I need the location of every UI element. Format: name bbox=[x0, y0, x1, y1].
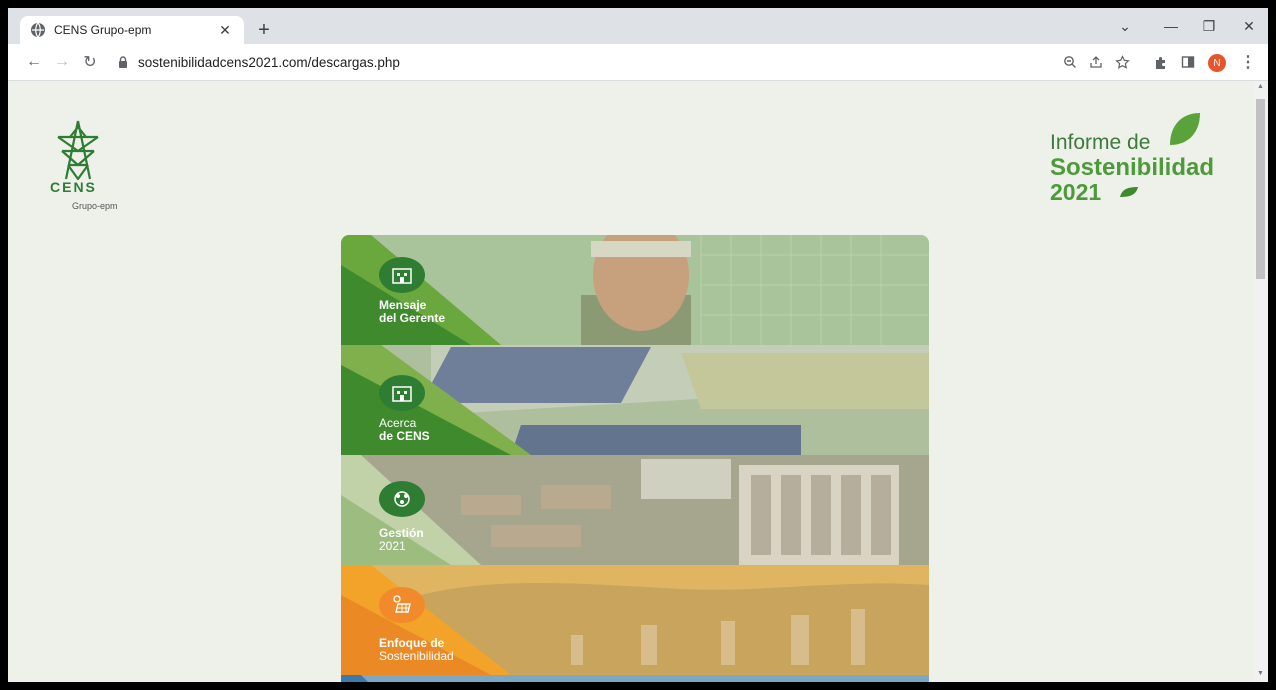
back-button[interactable]: ← bbox=[22, 50, 46, 74]
more-menu-icon[interactable]: ⋮ bbox=[1238, 50, 1258, 74]
section-cards: Mensaje del Gerente Acerca de CENS Gesti… bbox=[341, 235, 929, 682]
browser-toolbar: ← → ↻ sostenibilidadcens2021.com/descarg… bbox=[8, 44, 1268, 81]
restore-button[interactable]: ❐ bbox=[1194, 14, 1224, 38]
building-badge-icon bbox=[379, 257, 425, 293]
extensions-icon[interactable] bbox=[1148, 50, 1172, 74]
forward-button[interactable]: → bbox=[50, 50, 74, 74]
scroll-up-icon[interactable]: ▲ bbox=[1256, 83, 1265, 93]
browser-window: CENS Grupo-epm ✕ + ⌄ — ❐ ✕ ← → ↻ sosteni… bbox=[8, 8, 1268, 682]
card-title-line1: Acerca bbox=[379, 416, 417, 430]
scroll-down-icon[interactable]: ▼ bbox=[1256, 670, 1265, 680]
card-mensaje-gerente[interactable]: Mensaje del Gerente bbox=[341, 235, 929, 345]
close-window-button[interactable]: ✕ bbox=[1234, 14, 1264, 38]
bookmark-star-icon[interactable] bbox=[1110, 50, 1134, 74]
share-icon[interactable] bbox=[1084, 50, 1108, 74]
card-title-line2: de CENS bbox=[379, 429, 430, 443]
tab-title: CENS Grupo-epm bbox=[54, 23, 152, 37]
card-title-line2: 2021 bbox=[379, 539, 406, 553]
page-scrollbar[interactable]: ▲ ▼ bbox=[1253, 81, 1268, 682]
building-badge-icon bbox=[379, 375, 425, 411]
logo-cens-text: CENS bbox=[50, 179, 97, 195]
minimize-button[interactable]: — bbox=[1156, 14, 1186, 38]
leaf-icon bbox=[1170, 113, 1200, 145]
globe-icon bbox=[31, 22, 45, 38]
card-next-partial[interactable] bbox=[341, 675, 929, 682]
card-title-line1: Enfoque de bbox=[379, 636, 445, 650]
report-title-line3: 2021 bbox=[1050, 179, 1102, 205]
scrollbar-thumb[interactable] bbox=[1256, 99, 1265, 279]
close-tab-icon[interactable]: ✕ bbox=[216, 21, 234, 39]
card-title-line2: del Gerente bbox=[379, 311, 446, 325]
logo-grupo-epm-text: Grupo-epm bbox=[72, 201, 118, 211]
card-background bbox=[341, 675, 929, 682]
new-tab-button[interactable]: + bbox=[252, 18, 276, 42]
card-acerca-cens[interactable]: Acerca de CENS bbox=[341, 345, 929, 455]
informe-logo[interactable]: Informe de Sostenibilidad 2021 bbox=[1048, 109, 1228, 209]
side-panel-icon[interactable] bbox=[1176, 50, 1200, 74]
power-tower-icon bbox=[57, 120, 99, 181]
card-title-line2: Sostenibilidad bbox=[379, 649, 454, 663]
card-gestion-2021[interactable]: Gestión 2021 bbox=[341, 455, 929, 565]
card-background bbox=[341, 455, 929, 565]
report-title-line1: Informe de bbox=[1050, 131, 1151, 154]
card-enfoque-sostenibilidad[interactable]: Enfoque de Sostenibilidad bbox=[341, 565, 929, 675]
tab-strip: CENS Grupo-epm ✕ + ⌄ — ❐ ✕ bbox=[8, 8, 1268, 44]
lock-icon bbox=[119, 56, 127, 68]
tab-search-icon[interactable]: ⌄ bbox=[1110, 14, 1140, 38]
address-bar[interactable]: sostenibilidadcens2021.com/descargas.php bbox=[108, 48, 1128, 76]
report-title-line2: Sostenibilidad bbox=[1050, 154, 1215, 181]
team-gear-badge-icon bbox=[379, 481, 425, 517]
browser-tab[interactable]: CENS Grupo-epm ✕ bbox=[20, 16, 244, 44]
card-background bbox=[341, 235, 929, 345]
cens-logo[interactable]: CENS Grupo-epm bbox=[48, 119, 128, 215]
card-title-line1: Gestión bbox=[379, 526, 424, 540]
zoom-icon[interactable] bbox=[1058, 50, 1082, 74]
reload-button[interactable]: ↻ bbox=[78, 50, 102, 74]
url-text: sostenibilidadcens2021.com/descargas.php bbox=[138, 54, 400, 70]
card-title-line1: Mensaje bbox=[379, 298, 427, 312]
page-viewport: CENS Grupo-epm Informe de Sostenibilidad… bbox=[8, 81, 1268, 682]
small-leaf-icon bbox=[1120, 187, 1138, 197]
solar-panel-badge-icon bbox=[379, 587, 425, 623]
profile-avatar[interactable]: N bbox=[1208, 54, 1226, 72]
